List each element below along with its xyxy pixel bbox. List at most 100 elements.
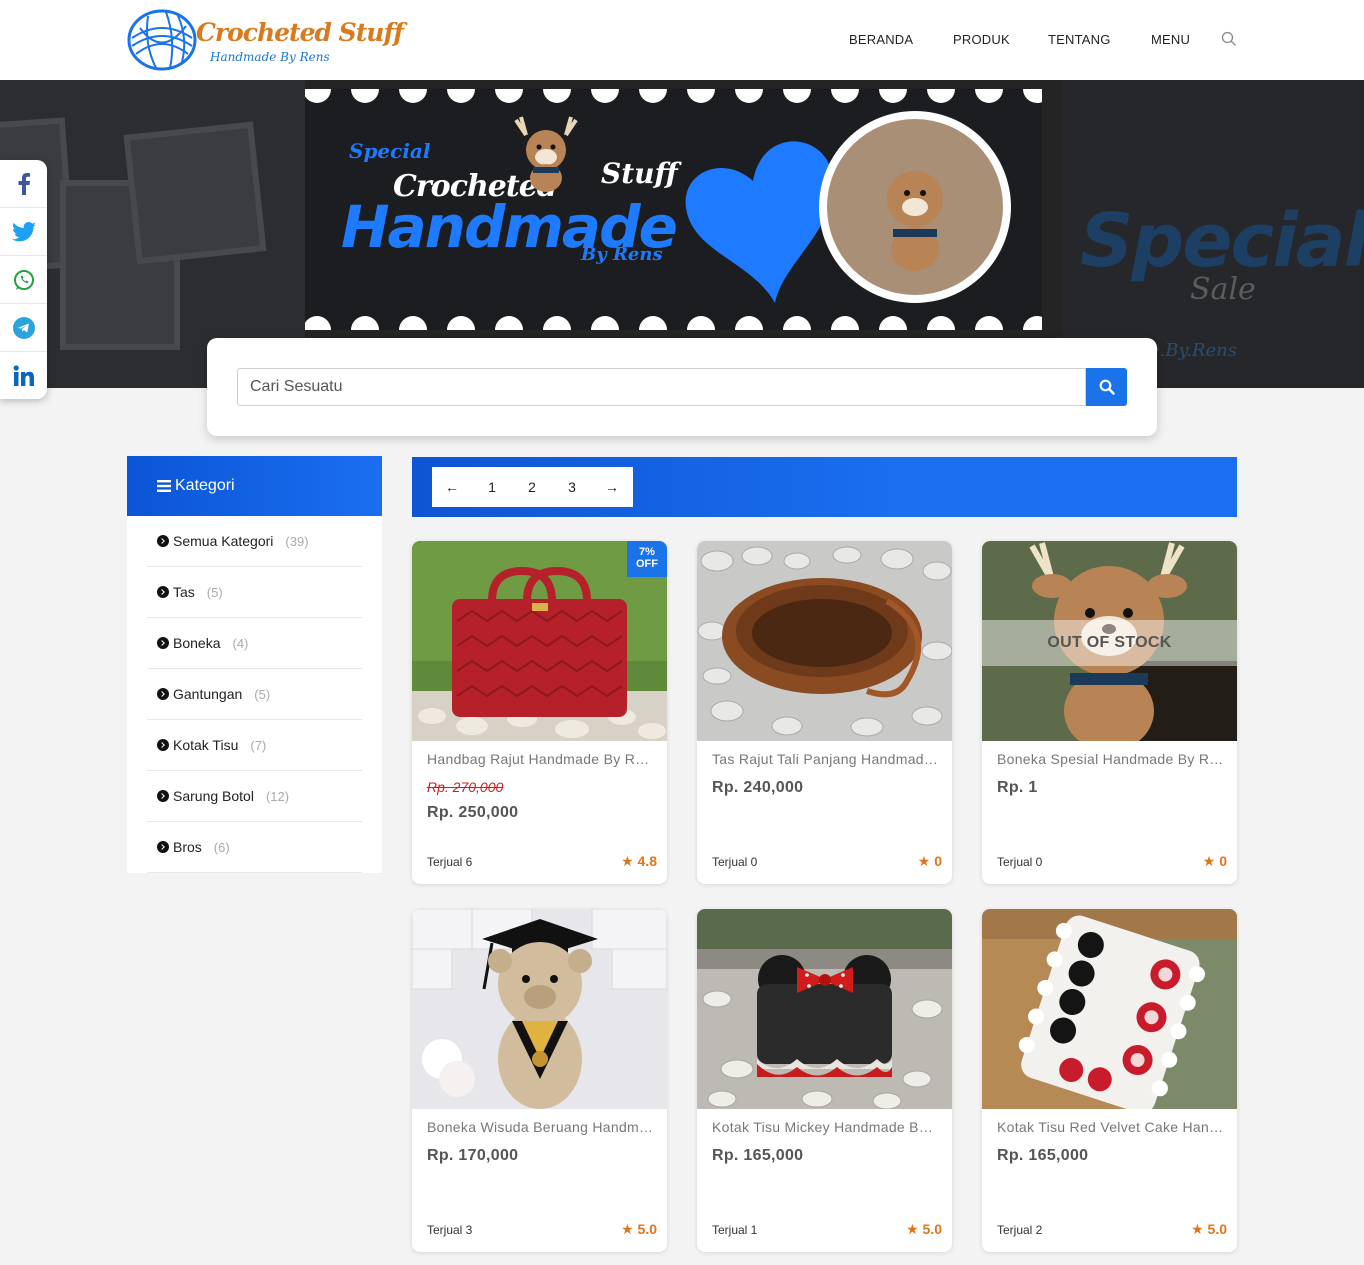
product-price: Rp. 240,000: [712, 779, 804, 796]
product-sold-count: Terjual 2: [997, 1223, 1043, 1237]
rating-value: 0: [934, 853, 942, 869]
product-card[interactable]: Kotak Tisu Mickey Handmade By Rens Rp. 1…: [697, 909, 952, 1252]
product-rating: ★ 5.0: [621, 1221, 657, 1238]
next-page-button[interactable]: →: [592, 467, 632, 507]
category-item-sarung-botol[interactable]: Sarung Botol (12): [147, 771, 362, 822]
rating-value: 5.0: [1207, 1221, 1227, 1237]
category-label: Sarung Botol: [173, 788, 254, 804]
discount-percent: 7%: [639, 546, 655, 558]
rating-value: 0: [1219, 853, 1227, 869]
category-label: Semua Kategori: [173, 533, 274, 549]
category-count: (12): [265, 788, 290, 804]
twitter-icon: [11, 221, 36, 241]
whatsapp-icon: [13, 269, 34, 290]
product-image[interactable]: [697, 909, 952, 1109]
nav-produk[interactable]: PRODUK: [953, 32, 1010, 47]
out-of-stock-overlay: OUT OF STOCK: [982, 620, 1237, 666]
category-item-bros[interactable]: Bros (6): [147, 822, 362, 873]
product-old-price: Rp. 270,000: [427, 779, 504, 795]
category-item-boneka[interactable]: Boneka (4): [147, 618, 362, 669]
telegram-icon: [12, 316, 35, 339]
product-image[interactable]: [412, 909, 667, 1109]
facebook-icon: [18, 172, 30, 195]
product-title[interactable]: Kotak Tisu Mickey Handmade By Rens: [712, 1119, 940, 1135]
category-item-semua[interactable]: Semua Kategori (39): [147, 516, 362, 567]
product-title[interactable]: Boneka Wisuda Beruang Handmade By Rens: [427, 1119, 655, 1135]
category-count: (4): [232, 635, 249, 651]
logo-subtitle: Handmade By Rens: [210, 50, 330, 64]
chevron-circle-icon: [157, 586, 169, 598]
product-title[interactable]: Kotak Tisu Red Velvet Cake Handmade By R…: [997, 1119, 1225, 1135]
reindeer-doll-icon: [514, 116, 578, 192]
page-1-button[interactable]: 1: [472, 467, 512, 507]
product-sold-count: Terjual 6: [427, 855, 473, 869]
facebook-share-button[interactable]: [0, 160, 47, 208]
nav-menu[interactable]: MENU: [1151, 32, 1190, 47]
social-share-bar: [0, 160, 47, 399]
star-icon: ★: [906, 1221, 919, 1237]
category-count: (6): [213, 839, 230, 855]
banner-stuff: Stuff: [601, 157, 678, 190]
rating-value: 4.8: [637, 853, 657, 869]
category-label: Boneka: [173, 635, 221, 651]
star-icon: ★: [1202, 853, 1216, 869]
category-item-kotak-tisu[interactable]: Kotak Tisu (7): [147, 720, 362, 771]
menu-bars-icon: [157, 480, 171, 492]
prev-page-button[interactable]: ←: [432, 467, 472, 507]
product-sold-count: Terjual 1: [712, 1223, 758, 1237]
star-icon: ★: [917, 853, 931, 869]
telegram-share-button[interactable]: [0, 304, 47, 352]
banner-byrens: By Rens: [581, 244, 663, 265]
product-title[interactable]: Tas Rajut Tali Panjang Handmade By Rens: [712, 751, 940, 767]
product-card[interactable]: Tas Rajut Tali Panjang Handmade By Rens …: [697, 541, 952, 884]
banner-special: Special: [349, 139, 431, 163]
rating-value: 5.0: [922, 1221, 942, 1237]
site-header: Crocheted Stuff Handmade By Rens BERANDA…: [0, 0, 1364, 80]
search-icon[interactable]: [1221, 31, 1237, 47]
category-count: (7): [250, 737, 267, 753]
product-sold-count: Terjual 0: [997, 855, 1043, 869]
chevron-circle-icon: [157, 739, 169, 751]
category-item-gantungan[interactable]: Gantungan (5): [147, 669, 362, 720]
category-label: Gantungan: [173, 686, 243, 702]
product-title[interactable]: Handbag Rajut Handmade By Rens: [427, 751, 655, 767]
twitter-share-button[interactable]: [0, 208, 47, 256]
product-price: Rp. 250,000: [427, 804, 519, 821]
whatsapp-share-button[interactable]: [0, 256, 47, 304]
product-price: Rp. 165,000: [712, 1147, 804, 1164]
product-price: Rp. 165,000: [997, 1147, 1089, 1164]
linkedin-share-button[interactable]: [0, 352, 47, 400]
chevron-circle-icon: [157, 790, 169, 802]
product-card[interactable]: OUT OF STOCK Boneka Spesial Handmade By …: [982, 541, 1237, 884]
search-icon: [1099, 379, 1115, 395]
product-sold-count: Terjual 3: [427, 1223, 473, 1237]
star-icon: ★: [621, 853, 634, 869]
category-count: (5): [206, 584, 223, 600]
chevron-circle-icon: [157, 535, 169, 547]
search-panel: [207, 338, 1157, 436]
product-card[interactable]: Boneka Wisuda Beruang Handmade By Rens R…: [412, 909, 667, 1252]
main-banner[interactable]: Special Crocheted Stuff Handmade By Rens: [305, 89, 1042, 330]
search-input[interactable]: [237, 368, 1086, 406]
product-card[interactable]: Kotak Tisu Red Velvet Cake Handmade By R…: [982, 909, 1237, 1252]
product-card[interactable]: 7% OFF Handbag Rajut Handmade By Rens Rp…: [412, 541, 667, 884]
discount-label: OFF: [636, 558, 658, 570]
nav-beranda[interactable]: BERANDA: [849, 32, 913, 47]
product-image[interactable]: [982, 909, 1237, 1109]
nav-tentang[interactable]: TENTANG: [1048, 32, 1111, 47]
logo-title: Crocheted Stuff: [196, 18, 404, 47]
category-count: (39): [285, 533, 309, 549]
product-image[interactable]: [697, 541, 952, 741]
page-2-button[interactable]: 2: [512, 467, 552, 507]
site-logo[interactable]: Crocheted Stuff Handmade By Rens: [126, 6, 404, 74]
rating-value: 5.0: [637, 1221, 657, 1237]
category-panel: Kategori Semua Kategori (39) Tas (5) Bon…: [127, 456, 382, 873]
chevron-circle-icon: [157, 841, 169, 853]
product-title[interactable]: Boneka Spesial Handmade By Rens: [997, 751, 1225, 767]
search-button[interactable]: [1086, 368, 1127, 406]
star-icon: ★: [621, 1221, 634, 1237]
category-item-tas[interactable]: Tas (5): [147, 567, 362, 618]
page-3-button[interactable]: 3: [552, 467, 592, 507]
chevron-circle-icon: [157, 688, 169, 700]
product-rating: ★ 0: [1203, 853, 1227, 870]
